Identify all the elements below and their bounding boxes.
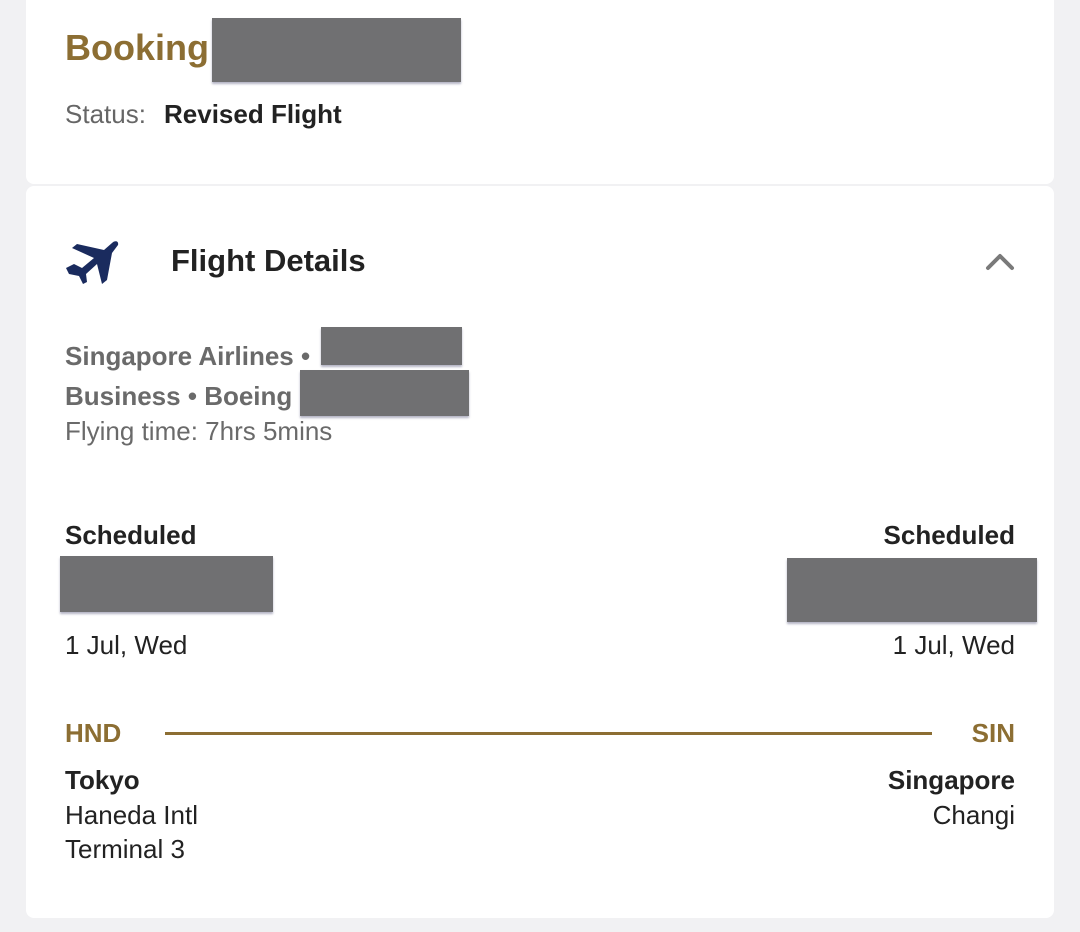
redacted-booking-reference <box>212 18 461 82</box>
arrival-airport-name: Changi <box>932 800 1015 830</box>
redacted-flight-number <box>321 327 462 365</box>
status-value: Revised Flight <box>164 99 342 129</box>
departure-terminal: Terminal 3 <box>65 834 185 864</box>
departure-airport-name: Haneda Intl <box>65 800 198 830</box>
departure-status: Scheduled <box>65 520 197 550</box>
route-line <box>165 732 932 735</box>
redacted-aircraft-model <box>300 370 469 416</box>
departure-city: Tokyo <box>65 765 140 795</box>
departure-date: 1 Jul, Wed <box>65 630 188 660</box>
section-title: Flight Details <box>171 243 366 278</box>
arrival-airport-code: SIN <box>971 718 1015 748</box>
arrival-date: 1 Jul, Wed <box>892 630 1015 660</box>
aircraft-type: Boeing <box>204 381 293 411</box>
flying-time: Flying time: 7hrs 5mins <box>65 416 333 446</box>
arrival-city: Singapore <box>887 765 1015 795</box>
cabin-aircraft-line: Business • Boeing <box>65 380 292 412</box>
departure-airport-code: HND <box>65 718 122 748</box>
airline-name: Singapore Airlines • <box>65 341 311 371</box>
chevron-up-icon[interactable] <box>984 250 1016 272</box>
redacted-departure-time <box>60 556 273 612</box>
arrival-status: Scheduled <box>883 520 1015 550</box>
flight-details-card: Flight Details Singapore Airlines • Busi… <box>26 186 1054 918</box>
status-label: Status: <box>65 99 146 129</box>
booking-card: Booking Status: Revised Flight <box>26 0 1054 184</box>
airplane-icon <box>64 238 120 288</box>
booking-title: Booking <box>65 27 209 68</box>
separator: • <box>187 381 197 411</box>
redacted-arrival-time <box>787 558 1037 622</box>
cabin-class: Business <box>65 381 181 411</box>
